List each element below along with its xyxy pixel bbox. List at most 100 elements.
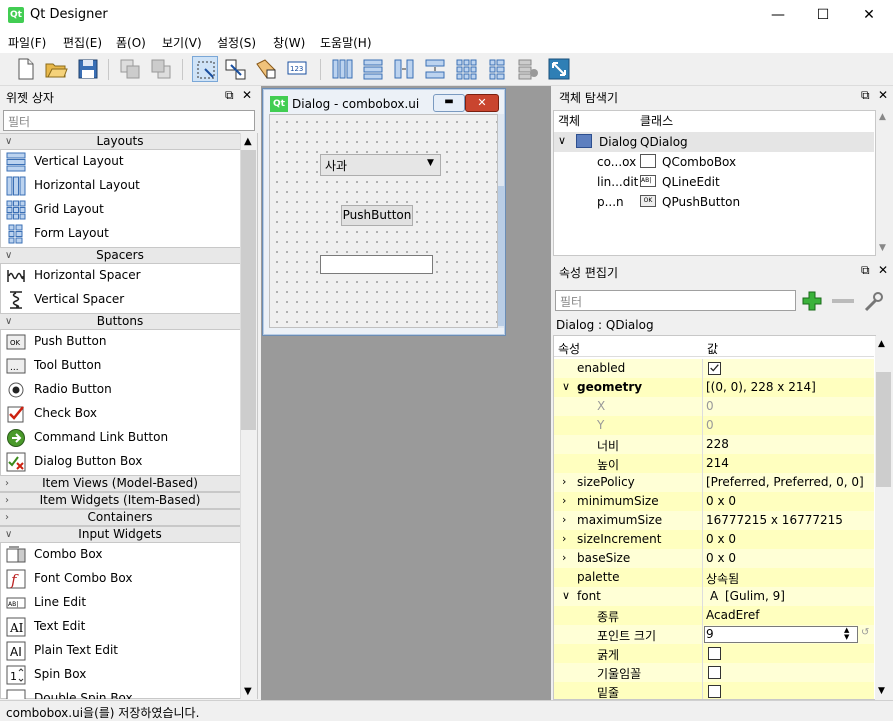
close-icon[interactable]: ✕ [878,88,888,102]
widget-grid-layout[interactable]: Grid Layout [0,198,240,222]
prop-row-sizeincrement[interactable]: › sizeIncrement 0 x 0 [554,530,874,549]
send-to-back-icon[interactable] [148,56,174,82]
widget-line-edit[interactable]: AB| Line Edit [0,591,240,615]
widget-command-link-button[interactable]: Command Link Button [0,426,240,450]
widget-check-box[interactable]: Check Box [0,402,240,426]
menu-settings[interactable]: 설정(S) [217,34,256,51]
menu-edit[interactable]: 편집(E) [63,34,102,51]
obj-name[interactable]: co...ox [597,155,636,169]
widget-horizontal-spacer[interactable]: Horizontal Spacer [0,264,240,288]
spin-arrows-icon[interactable]: ▲ ▼ [844,627,849,641]
category-spacers[interactable]: ∨ Spacers [0,247,240,264]
widget-box-scroll-thumb[interactable] [241,150,256,430]
float-icon[interactable]: ⧉ [225,88,234,103]
menu-file[interactable]: 파일(F) [8,34,46,51]
checkbox-unchecked-icon[interactable] [708,666,721,679]
save-icon[interactable] [75,56,101,82]
break-layout-icon[interactable] [515,56,541,82]
widget-text-edit[interactable]: AI Text Edit [0,615,240,639]
prop-row-geometry[interactable]: ∨ geometry [(0, 0), 228 x 214] [554,378,874,397]
menu-form[interactable]: 폼(O) [116,34,146,51]
prop-row-x[interactable]: X 0 [554,397,874,416]
widget-font-combo-box[interactable]: f Font Combo Box [0,567,240,591]
prop-row-underline[interactable]: 밑줄 [554,682,874,699]
layout-form-icon[interactable] [484,56,510,82]
edit-buddies-icon[interactable] [253,56,279,82]
prop-row-sizepolicy[interactable]: › sizePolicy [Preferred, Preferred, 0, 0… [554,473,874,492]
expand-arrow-icon[interactable]: ∨ [562,380,570,393]
form-combo-box[interactable]: 사과 ▼ [320,154,441,176]
menu-help[interactable]: 도움말(H) [320,34,372,51]
expand-arrow-icon[interactable]: ∨ [558,134,566,147]
float-icon[interactable]: ⧉ [861,88,870,103]
widget-combo-box[interactable]: Combo Box [0,543,240,567]
widget-form-layout[interactable]: Form Layout [0,222,240,246]
bring-to-front-icon[interactable] [117,56,143,82]
close-icon[interactable]: ✕ [878,263,888,277]
category-layouts[interactable]: ∨ Layouts [0,133,240,150]
prop-row-palette[interactable]: palette 상속됨 [554,568,874,587]
prop-row-font-family[interactable]: 종류 AcadEref [554,606,874,625]
scroll-up-icon[interactable]: ▲ [244,136,252,147]
remove-property-icon[interactable] [832,299,854,303]
widget-vertical-spacer[interactable]: Vertical Spacer [0,288,240,312]
adjust-size-icon[interactable] [546,56,572,82]
category-containers[interactable]: › Containers [0,509,240,526]
expand-arrow-icon[interactable]: › [562,475,566,488]
prop-row-point-size[interactable]: 포인트 크기 9 ▲ ▼ ↺ [554,625,874,644]
checkbox-unchecked-icon[interactable] [708,685,721,698]
widget-radio-button[interactable]: Radio Button [0,378,240,402]
open-folder-icon[interactable] [43,56,69,82]
widget-dialog-button-box[interactable]: Dialog Button Box [0,450,240,474]
expand-arrow-icon[interactable]: › [562,513,566,526]
widget-filter-input[interactable]: 필터 [3,110,255,131]
add-property-icon[interactable] [801,290,823,312]
prop-row-bold[interactable]: 굵게 [554,644,874,663]
form-push-button[interactable]: PushButton [341,205,413,226]
widget-push-button[interactable]: OK Push Button [0,330,240,354]
category-input-widgets[interactable]: ∨ Input Widgets [0,526,240,543]
edit-tab-order-icon[interactable]: 123 [285,56,311,82]
scroll-down-icon[interactable]: ▼ [878,686,885,696]
expand-arrow-icon[interactable]: › [562,532,566,545]
close-icon[interactable]: ✕ [242,88,252,102]
expand-arrow-icon[interactable]: ∨ [562,589,570,602]
property-scroll-thumb[interactable] [876,372,891,487]
widget-double-spin-box[interactable]: Double Spin Box [0,687,240,699]
category-buttons[interactable]: ∨ Buttons [0,313,240,330]
menu-window[interactable]: 창(W) [273,34,305,51]
float-icon[interactable]: ⧉ [861,263,870,278]
widget-horizontal-layout[interactable]: Horizontal Layout [0,174,240,198]
widget-plain-text-edit[interactable]: AI Plain Text Edit [0,639,240,663]
form-close-button[interactable]: ✕ [465,94,499,112]
checkbox-unchecked-icon[interactable] [708,647,721,660]
checkbox-checked-icon[interactable] [708,362,721,375]
property-filter-input[interactable]: 필터 [555,290,796,311]
scroll-down-icon[interactable]: ▼ [244,686,252,697]
category-item-widgets[interactable]: › Item Widgets (Item-Based) [0,492,240,509]
obj-name[interactable]: p...n [597,195,624,209]
scroll-down-icon[interactable]: ▼ [879,243,886,253]
minimize-button[interactable]: — [755,0,801,31]
expand-arrow-icon[interactable]: › [562,494,566,507]
layout-horizontal-icon[interactable] [329,56,355,82]
form-line-edit[interactable] [320,255,433,274]
point-size-spinbox[interactable] [704,626,858,643]
new-file-icon[interactable] [12,56,38,82]
scroll-up-icon[interactable]: ▲ [879,112,886,122]
reset-icon[interactable]: ↺ [861,627,869,638]
wrench-icon[interactable] [862,290,886,314]
prop-row-italic[interactable]: 기울임꼴 [554,663,874,682]
layout-vertical-icon[interactable] [360,56,386,82]
object-inspector-scrollbar[interactable] [876,110,892,256]
expand-arrow-icon[interactable]: › [562,551,566,564]
obj-name[interactable]: lin...dit [597,175,638,189]
prop-row-basesize[interactable]: › baseSize 0 x 0 [554,549,874,568]
prop-row-enabled[interactable]: enabled [554,359,874,378]
layout-grid-icon[interactable] [453,56,479,82]
prop-row-height[interactable]: 높이 214 [554,454,874,473]
widget-tool-button[interactable]: ... Tool Button [0,354,240,378]
widget-spin-box[interactable]: 1 Spin Box [0,663,240,687]
menu-view[interactable]: 보기(V) [162,34,202,51]
category-item-views[interactable]: › Item Views (Model-Based) [0,475,240,492]
